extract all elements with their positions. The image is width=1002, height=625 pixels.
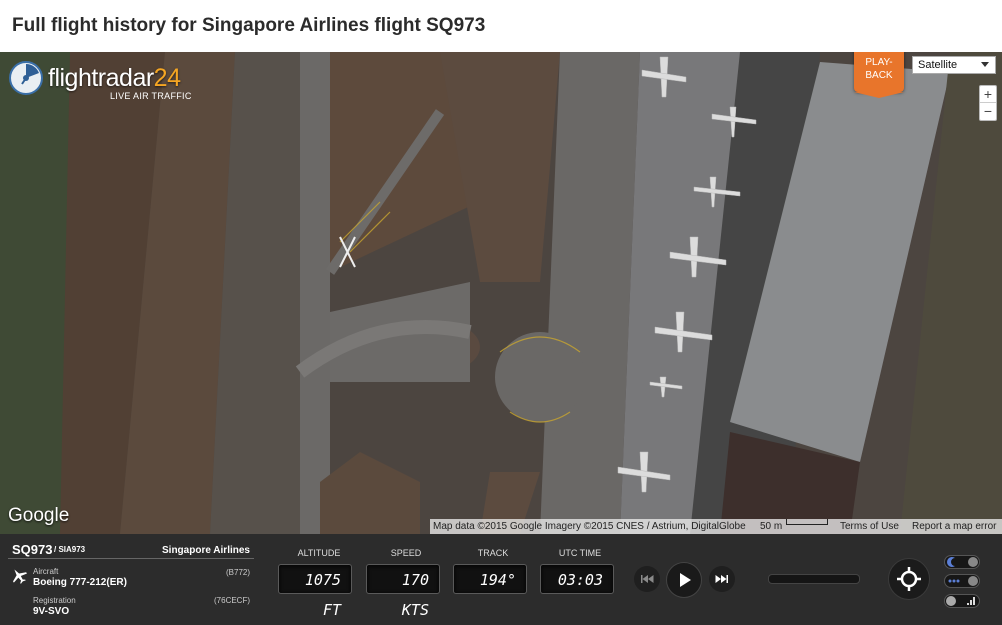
night-mode-toggle[interactable]	[944, 555, 980, 569]
logo-wordmark: flightradar24	[48, 64, 181, 93]
zoom-control: + −	[979, 85, 997, 121]
flightradar24-logo[interactable]: flightradar24 LIVE AIR TRAFFIC	[8, 60, 193, 102]
title-bar: Full flight history for Singapore Airlin…	[0, 0, 1002, 52]
track-label: TRACK	[477, 548, 509, 558]
speed-label: SPEED	[390, 548, 422, 558]
flight-callsign: / SIA973	[54, 545, 86, 554]
page-title: Full flight history for Singapore Airlin…	[12, 15, 486, 36]
rewind-button[interactable]	[634, 566, 660, 592]
satellite-map[interactable]: flightradar24 LIVE AIR TRAFFIC PLAY- BAC…	[0, 52, 1002, 534]
speed-readout: 170 KTS	[366, 564, 440, 619]
scale-label: 50 m	[760, 521, 783, 532]
logo-text: flightradar	[48, 64, 154, 92]
utc-time-label: UTC TIME	[558, 548, 602, 558]
play-button[interactable]	[666, 562, 702, 598]
fast-forward-button[interactable]	[709, 566, 735, 592]
playback-label-line2: BACK	[865, 70, 893, 81]
rewind-icon	[641, 575, 654, 583]
report-map-error-link[interactable]: Report a map error	[912, 519, 996, 534]
crosshair-icon	[897, 567, 921, 591]
toggle-knob	[968, 576, 978, 586]
labels-toggle[interactable]	[944, 574, 980, 588]
registration-code: (76CECF)	[214, 596, 251, 605]
altitude-label: ALTITUDE	[297, 548, 341, 558]
scale-bar	[786, 519, 828, 525]
playback-label-line1: PLAY-	[865, 57, 893, 68]
toggle-knob	[946, 596, 956, 606]
fast-forward-icon	[715, 575, 728, 583]
aircraft-value: Boeing 777-212(ER)	[33, 577, 127, 588]
chevron-down-icon	[981, 62, 989, 67]
satellite-imagery	[0, 52, 1002, 534]
playback-button[interactable]: PLAY- BACK	[854, 52, 904, 98]
airplane-icon	[13, 569, 27, 584]
chart-icon	[967, 597, 975, 605]
flight-number: SQ973	[12, 542, 53, 557]
playback-progress-bar[interactable]	[768, 574, 860, 584]
altitude-readout: 1075 FT	[278, 564, 352, 619]
airline-name: Singapore Airlines	[162, 545, 250, 556]
registration-value: 9V-SVO	[33, 606, 70, 617]
zoom-in-button[interactable]: +	[980, 86, 996, 103]
map-attribution: Map data ©2015 Google Imagery ©2015 CNES…	[433, 521, 746, 532]
graph-toggle[interactable]	[944, 594, 980, 608]
flight-details: SQ973 / SIA973 Singapore Airlines Aircra…	[0, 534, 266, 625]
utc-time-readout: 03:03	[540, 564, 614, 594]
track-readout: 194°	[453, 564, 527, 594]
locate-aircraft-button[interactable]	[888, 558, 930, 600]
map-type-select[interactable]: Satellite	[912, 56, 996, 74]
divider	[8, 558, 254, 559]
terms-link[interactable]: Terms of Use	[840, 519, 899, 534]
aircraft-label: Aircraft	[33, 567, 59, 576]
play-icon	[680, 573, 691, 587]
flight-info-panel: SQ973 / SIA973 Singapore Airlines Aircra…	[0, 534, 1002, 625]
google-logo[interactable]: Google	[8, 505, 69, 527]
aircraft-code: (B772)	[226, 568, 251, 577]
logo-tagline: LIVE AIR TRAFFIC	[110, 91, 192, 101]
dots-icon	[948, 579, 960, 583]
map-attribution-bar: Map data ©2015 Google Imagery ©2015 CNES…	[430, 519, 1002, 534]
moon-icon	[947, 557, 955, 567]
logo-number: 24	[153, 64, 181, 92]
zoom-out-button[interactable]: −	[980, 103, 996, 120]
map-type-value: Satellite	[918, 59, 958, 71]
radar-logo-icon	[9, 61, 43, 95]
toggle-knob	[968, 557, 978, 567]
registration-label: Registration	[33, 596, 76, 605]
